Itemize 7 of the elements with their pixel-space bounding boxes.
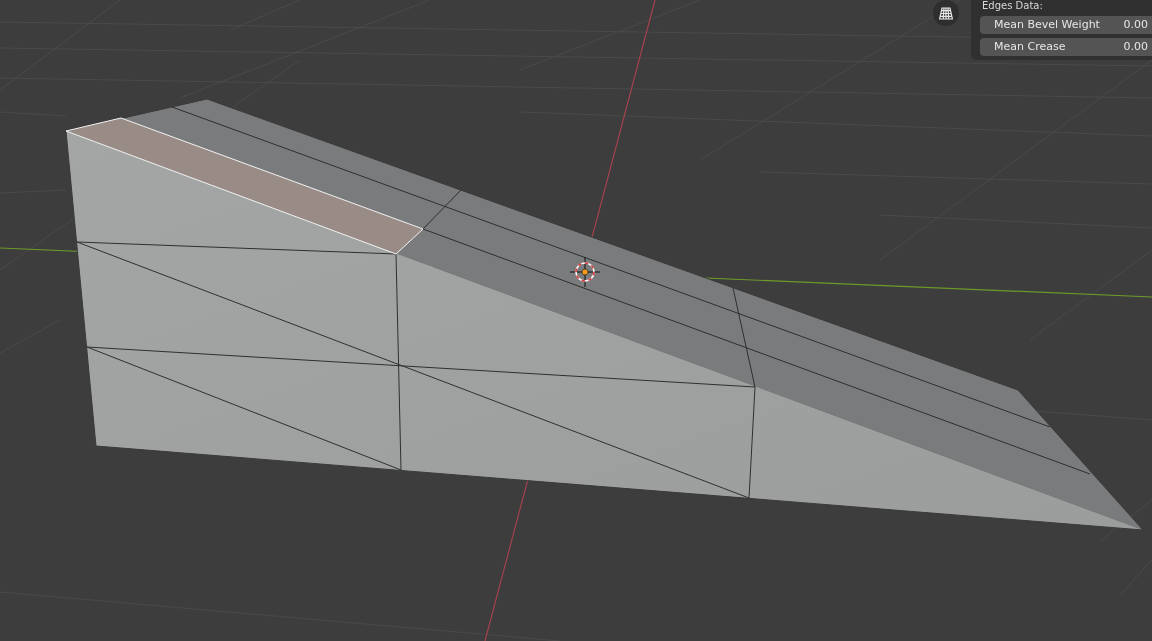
number-field[interactable]: Mean Bevel Weight 0.00 [980, 16, 1152, 34]
grid-icon [939, 6, 953, 20]
3d-cursor-icon [569, 256, 601, 288]
number-field[interactable]: Mean Crease 0.00 [980, 38, 1152, 56]
section-title: Edges Data: [981, 0, 1044, 12]
grid-button[interactable] [933, 0, 959, 26]
origin-dot-icon [581, 268, 589, 276]
